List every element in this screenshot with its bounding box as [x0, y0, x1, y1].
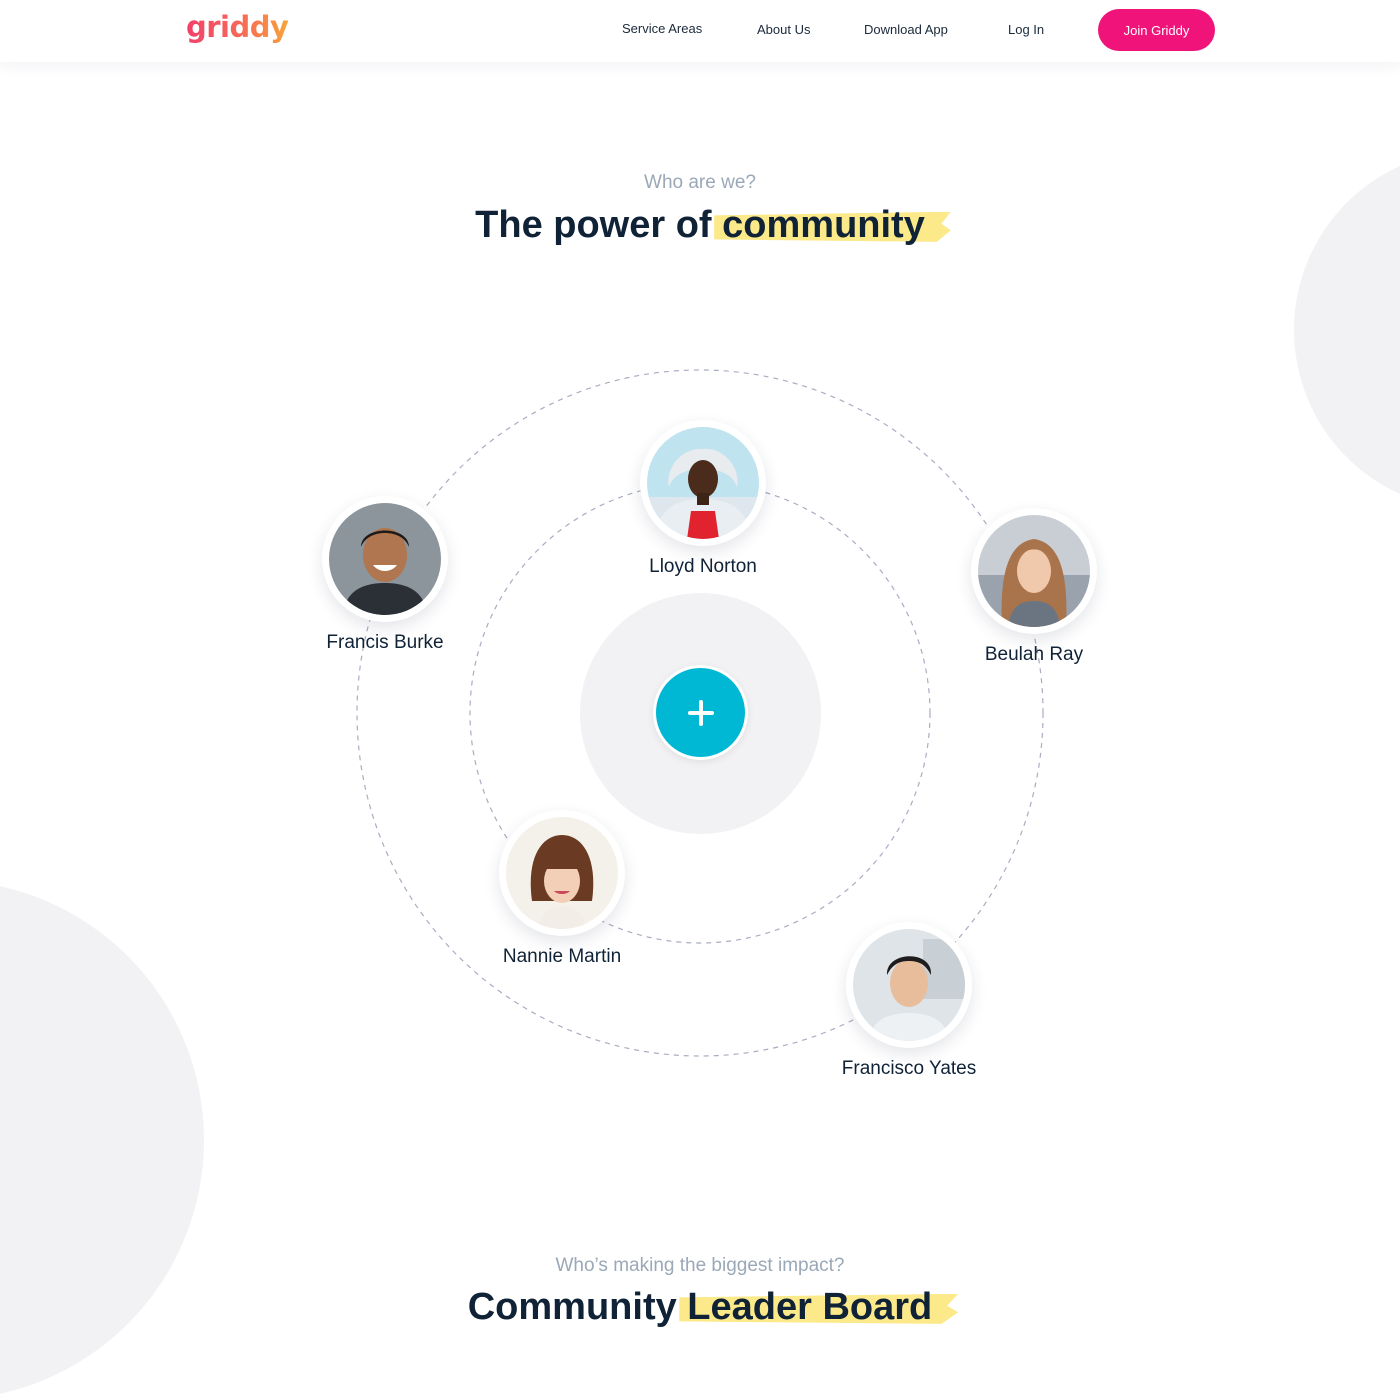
- avatar-ring[interactable]: [322, 496, 448, 622]
- avatar-ring[interactable]: [971, 508, 1097, 634]
- member-name: Nannie Martin: [502, 946, 622, 967]
- avatar-nannie-martin: [506, 817, 618, 929]
- member-name: Beulah Ray: [984, 644, 1084, 665]
- avatar-francisco-yates: [853, 929, 965, 1041]
- member-name: Francisco Yates: [841, 1058, 977, 1079]
- nav-download-app[interactable]: Download App: [864, 22, 948, 37]
- member-name: Lloyd Norton: [649, 556, 757, 577]
- member-name: Francis Burke: [326, 632, 444, 653]
- join-griddy-button[interactable]: Join Griddy: [1098, 9, 1215, 51]
- plus-icon: [687, 699, 714, 726]
- add-member-button[interactable]: [653, 665, 748, 760]
- avatar-ring[interactable]: [640, 420, 766, 546]
- avatar-lloyd-norton: [647, 427, 759, 539]
- nav-log-in[interactable]: Log In: [1008, 22, 1044, 37]
- avatar-ring[interactable]: [846, 922, 972, 1048]
- title-prefix: Community: [467, 1286, 677, 1328]
- avatar-beulah-ray: [978, 515, 1090, 627]
- nav-about-us[interactable]: About Us: [757, 22, 810, 37]
- section-title-leader-board: Community Leader Board: [0, 1286, 1400, 1329]
- title-prefix: The power of: [475, 204, 712, 246]
- site-header: griddy Service Areas About Us Download A…: [0, 0, 1400, 62]
- griddy-logo[interactable]: griddy: [186, 10, 289, 44]
- nav-service-areas[interactable]: Service Areas: [622, 21, 702, 36]
- section-eyebrow-biggest-impact: Who’s making the biggest impact?: [555, 1255, 845, 1276]
- section-title-power-of-community: The power of community: [0, 204, 1400, 247]
- title-highlight: community: [722, 204, 925, 246]
- section-eyebrow-who-are-we: Who are we?: [644, 172, 756, 193]
- avatar-ring[interactable]: [499, 810, 625, 936]
- page: griddy Service Areas About Us Download A…: [0, 0, 1400, 1400]
- title-highlight: Leader Board: [687, 1286, 933, 1328]
- avatar-francis-burke: [329, 503, 441, 615]
